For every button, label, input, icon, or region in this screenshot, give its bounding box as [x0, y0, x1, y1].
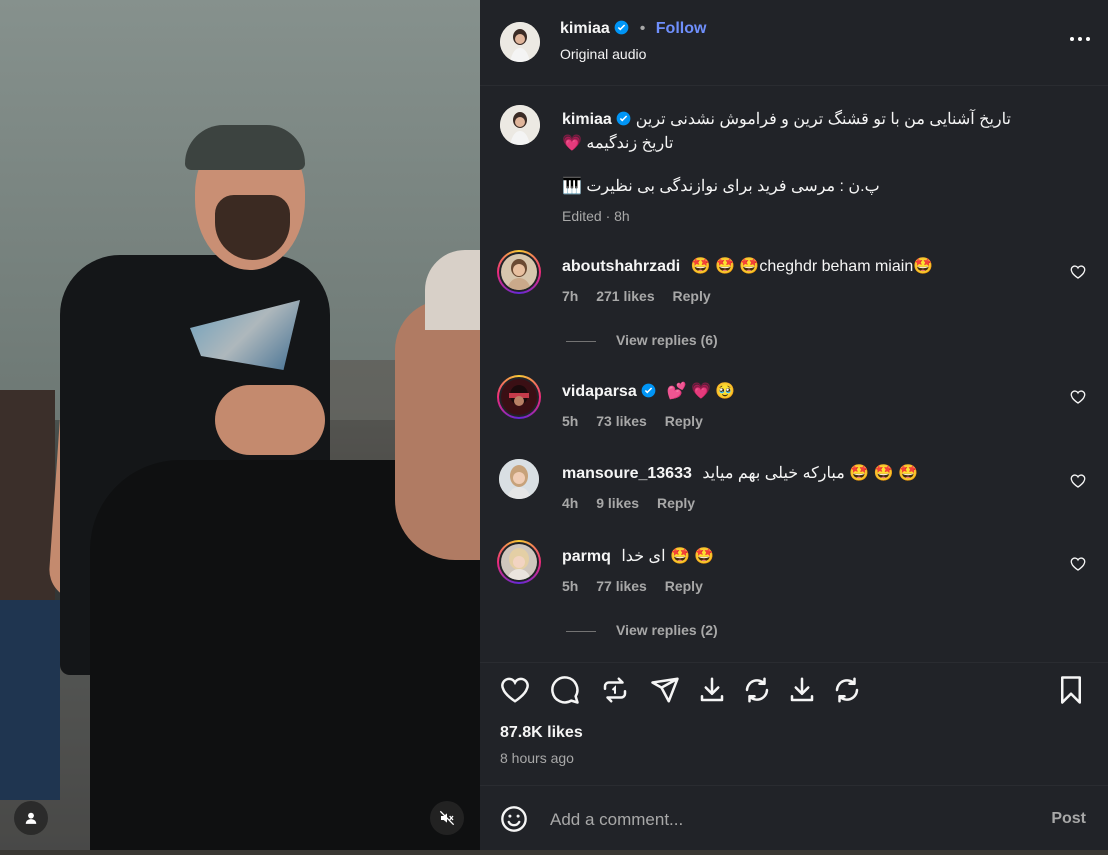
reply-button[interactable]: Reply — [673, 288, 711, 304]
view-replies-button[interactable]: View replies (6) — [566, 332, 718, 348]
post-details-panel: kimiaa • Follow Original audio kimiaa تا… — [480, 0, 1108, 850]
verified-badge-icon — [614, 20, 629, 35]
comment-username[interactable]: parmq — [562, 548, 611, 565]
reel-video[interactable] — [0, 0, 480, 850]
likes-count[interactable]: 87.8K likes — [500, 724, 583, 742]
emoji-icon[interactable] — [500, 805, 528, 833]
caption-block: kimiaa تاریخ آشنایی من با تو قشنگ ترین و… — [562, 108, 1062, 224]
like-comment-heart-icon[interactable] — [1070, 264, 1086, 280]
comment-likes[interactable]: 77 likes — [596, 578, 647, 594]
separator-dot: • — [639, 20, 646, 37]
refresh-icon[interactable] — [832, 675, 862, 705]
comment-text: 🤩 🤩 🤩 مبارکه خیلی بهم میاید — [702, 465, 918, 482]
caption-text-line2: تاریخ زندگیمه 💗 — [562, 135, 674, 152]
follow-button[interactable]: Follow — [656, 20, 707, 37]
reply-button[interactable]: Reply — [657, 495, 695, 511]
comment-composer: Post — [480, 785, 1108, 851]
comment-text: 💕 💗 🥹 — [666, 383, 736, 400]
posted-time: 8 hours ago — [500, 750, 574, 766]
commenter-avatar[interactable] — [497, 250, 541, 294]
comment-text: 🤩 🤩 🤩cheghdr beham miain🤩 — [690, 258, 934, 275]
caption-text-line1: تاریخ آشنایی من با تو قشنگ ترین و فراموش… — [635, 111, 1011, 128]
comment-username[interactable]: aboutshahrzadi — [562, 258, 680, 275]
page-bottom-strip — [0, 850, 1108, 855]
refresh-icon[interactable] — [742, 675, 772, 705]
comment-username[interactable]: mansoure_13633 — [562, 465, 692, 482]
bookmark-icon[interactable] — [1056, 675, 1086, 705]
caption-username[interactable]: kimiaa — [562, 111, 612, 128]
comment-icon[interactable] — [550, 675, 580, 705]
comment-input[interactable] — [548, 806, 1012, 834]
comment-time: 5h — [562, 413, 579, 429]
like-comment-heart-icon[interactable] — [1070, 556, 1086, 572]
author-username[interactable]: kimiaa — [560, 20, 610, 37]
commenter-avatar[interactable] — [499, 459, 539, 499]
more-icon — [1070, 37, 1090, 41]
repost-icon[interactable] — [600, 675, 630, 705]
tagged-people-button[interactable] — [14, 801, 48, 835]
singer-hand — [215, 385, 325, 455]
foreground-head — [395, 300, 480, 560]
comment-username[interactable]: vidaparsa — [562, 383, 637, 400]
commenter-avatar[interactable] — [497, 375, 541, 419]
comment-time: 7h — [562, 288, 579, 304]
person-icon — [25, 812, 37, 824]
share-icon[interactable] — [650, 675, 680, 705]
mute-icon — [439, 810, 455, 826]
comment-likes[interactable]: 73 likes — [596, 413, 647, 429]
comment-likes[interactable]: 9 likes — [596, 495, 639, 511]
verified-badge-icon — [616, 111, 631, 126]
action-bar — [480, 662, 1108, 718]
view-replies-label[interactable]: View replies (6) — [616, 332, 718, 348]
download-icon[interactable] — [787, 675, 817, 705]
author-avatar[interactable] — [500, 22, 540, 62]
post-comment-button[interactable]: Post — [1051, 810, 1086, 828]
comment-text: 🤩 🤩 ای خدا — [621, 548, 715, 565]
more-options-button[interactable] — [1068, 32, 1092, 44]
post-header: kimiaa • Follow Original audio — [480, 0, 1108, 86]
download-icon[interactable] — [697, 675, 727, 705]
reply-button[interactable]: Reply — [665, 413, 703, 429]
caption-edited: Edited · 8h — [562, 208, 630, 224]
audio-label[interactable]: Original audio — [560, 46, 646, 62]
verified-badge-icon — [641, 383, 656, 398]
like-comment-heart-icon[interactable] — [1070, 389, 1086, 405]
comment-likes[interactable]: 271 likes — [596, 288, 654, 304]
comment-time: 4h — [562, 495, 579, 511]
caption-avatar[interactable] — [500, 105, 540, 145]
view-replies-label[interactable]: View replies (2) — [616, 622, 718, 638]
commenter-avatar[interactable] — [497, 540, 541, 584]
comment-time: 5h — [562, 578, 579, 594]
view-replies-button[interactable]: View replies (2) — [566, 622, 718, 638]
like-comment-heart-icon[interactable] — [1070, 473, 1086, 489]
video-sofa — [0, 600, 60, 800]
heart-icon[interactable] — [500, 675, 530, 705]
singer-cap — [185, 125, 305, 170]
video-door — [0, 390, 55, 620]
caption-text-line3: پ.ن : مرسی فرید برای نوازندگی بی نظیرت 🎹 — [562, 178, 880, 195]
reply-button[interactable]: Reply — [665, 578, 703, 594]
mute-button[interactable] — [430, 801, 464, 835]
